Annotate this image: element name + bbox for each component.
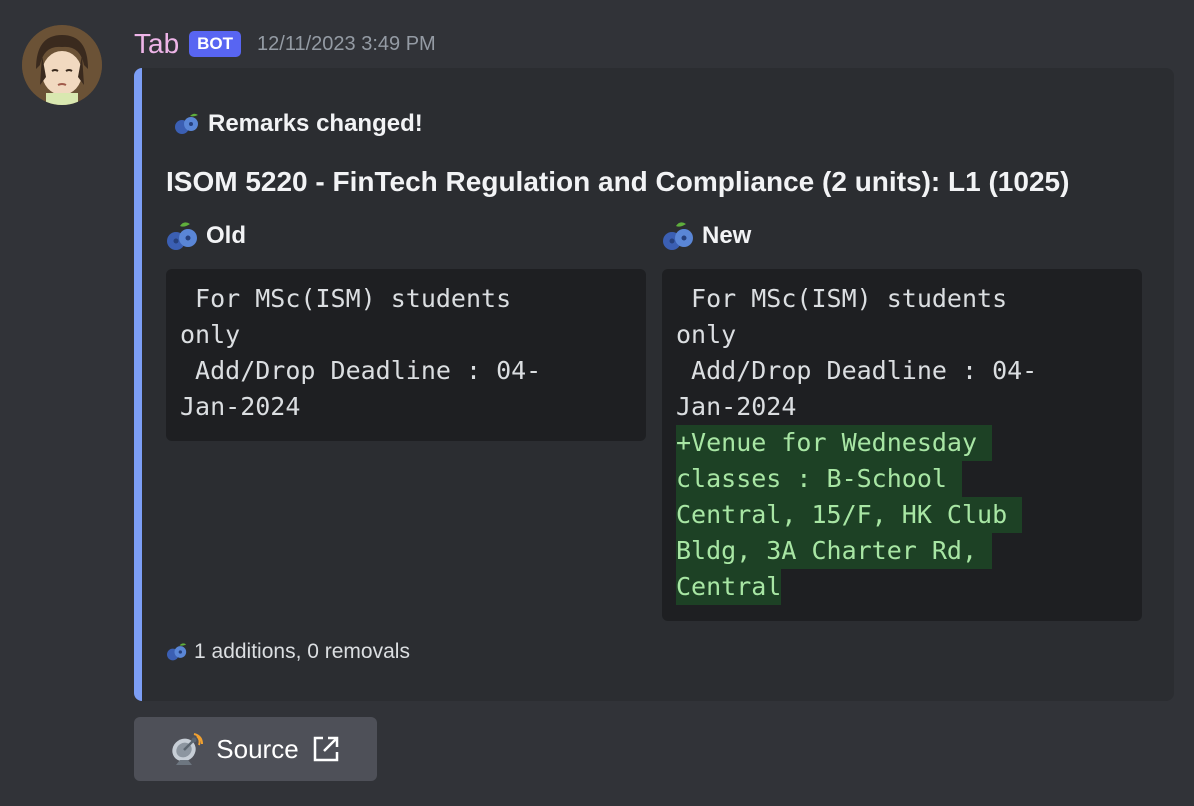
satellite-antenna-icon — [170, 732, 204, 766]
added-line: Central, 15/F, HK Club — [676, 497, 1023, 533]
blueberries-icon — [662, 220, 694, 252]
code-line: Add/Drop Deadline : 04- — [180, 356, 542, 385]
field-new-header: New — [662, 220, 751, 252]
old-remarks-codeblock: For MSc(ISM) students only Add/Drop Deadl… — [166, 269, 646, 441]
code-line: For MSc(ISM) students — [180, 284, 512, 313]
blueberries-icon — [174, 112, 200, 136]
blueberries-icon — [166, 642, 188, 662]
code-line: Add/Drop Deadline : 04- — [676, 356, 1038, 385]
code-line: only — [180, 320, 241, 349]
field-old-label: Old — [206, 222, 246, 249]
field-new-label: New — [702, 222, 752, 249]
message-header: Tab BOT 12/11/2023 3:49 PM — [134, 26, 436, 62]
message-timestamp[interactable]: 12/11/2023 3:49 PM — [257, 33, 436, 56]
added-line: +Venue for Wednesday — [676, 425, 993, 461]
added-line: Bldg, 3A Charter Rd, — [676, 533, 993, 569]
added-line: classes : B-School — [676, 461, 962, 497]
bot-badge: BOT — [189, 31, 242, 57]
avatar-image — [22, 25, 102, 105]
avatar[interactable] — [22, 25, 102, 105]
embed-footer-text: 1 additions, 0 removals — [194, 640, 410, 663]
source-button-label: Source — [216, 733, 299, 764]
embed: Remarks changed! ISOM 5220 - FinTech Reg… — [134, 68, 1174, 701]
added-line: Central — [676, 569, 782, 605]
embed-title-text: Remarks changed! — [208, 110, 423, 137]
code-line: Jan-2024 — [676, 392, 797, 421]
code-line: For MSc(ISM) students — [676, 284, 1008, 313]
new-remarks-codeblock: For MSc(ISM) students only Add/Drop Deadl… — [662, 269, 1142, 621]
source-button[interactable]: Source — [134, 717, 377, 781]
field-old-header: Old — [166, 220, 246, 252]
code-line: Jan-2024 — [180, 392, 301, 421]
embed-title: Remarks changed! — [174, 110, 423, 138]
author-name[interactable]: Tab — [134, 28, 179, 60]
embed-description: ISOM 5220 - FinTech Regulation and Compl… — [166, 166, 1070, 197]
embed-footer: 1 additions, 0 removals — [166, 640, 410, 664]
external-link-icon — [311, 734, 341, 764]
chat-message: Tab BOT 12/11/2023 3:49 PM Remarks chang… — [0, 0, 1194, 806]
code-line: only — [676, 320, 737, 349]
blueberries-icon — [166, 220, 198, 252]
